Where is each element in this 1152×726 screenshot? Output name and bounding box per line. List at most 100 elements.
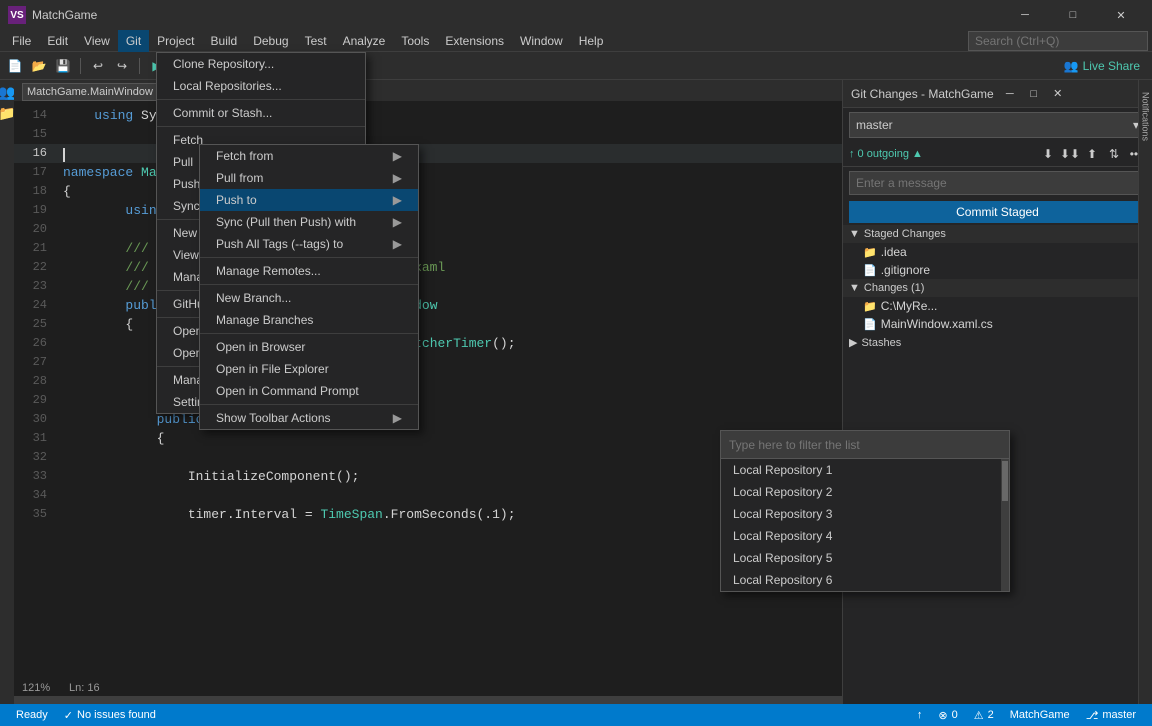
- submenu-fetch-from[interactable]: Fetch from ▶: [200, 145, 418, 167]
- changes-file-folder[interactable]: 📁 C:\MyRe...: [843, 297, 1152, 315]
- branch-selector[interactable]: master ▾: [849, 112, 1146, 138]
- staged-file-gitignore-name: .gitignore: [881, 263, 930, 277]
- status-no-issues[interactable]: ✓ No issues found: [56, 704, 164, 726]
- repo-item-4[interactable]: Local Repository 4: [721, 525, 1009, 547]
- repo-scrollbar[interactable]: [1001, 459, 1009, 591]
- git-sync-btn[interactable]: ⇅: [1104, 144, 1124, 164]
- submenu-open-cmd-label: Open in Command Prompt: [216, 384, 359, 398]
- git-sep-1: [157, 99, 365, 100]
- status-warnings[interactable]: ⚠ 2: [966, 704, 1002, 726]
- push-all-tags-label: Push All Tags (--tags) to: [216, 237, 343, 251]
- menu-extensions[interactable]: Extensions: [437, 30, 512, 52]
- submenu-push-all-tags[interactable]: Push All Tags (--tags) to ▶: [200, 233, 418, 255]
- changes-header[interactable]: ▼ Changes (1): [843, 279, 1152, 297]
- submenu-manage-branches[interactable]: Manage Branches: [200, 309, 418, 331]
- toolbar-open[interactable]: 📂: [28, 55, 50, 77]
- repo-filter-input[interactable]: [721, 431, 1009, 459]
- submenu-new-branch[interactable]: New Branch...: [200, 287, 418, 309]
- menu-help[interactable]: Help: [571, 30, 612, 52]
- stashes-chevron: ▶: [849, 336, 857, 349]
- git-panel-close[interactable]: ✕: [1050, 86, 1066, 102]
- git-changes-panel: Git Changes - MatchGame ─ □ ✕ master ▾ ↑…: [842, 80, 1152, 704]
- push-all-tags-arrow: ▶: [393, 237, 402, 251]
- no-issues-label: No issues found: [77, 709, 156, 721]
- line-num-23: 23: [14, 277, 59, 296]
- staged-label: Staged Changes: [864, 228, 946, 240]
- title-bar-title: MatchGame: [32, 8, 97, 22]
- line-num-19: 19: [14, 201, 59, 220]
- class-dropdown[interactable]: MatchGame.MainWindow: [22, 83, 170, 101]
- git-menu-commit[interactable]: Commit or Stash...: [157, 102, 365, 124]
- menu-project[interactable]: Project: [149, 30, 202, 52]
- staged-file-gitignore[interactable]: 📄 .gitignore: [843, 261, 1152, 279]
- changes-file-name: MainWindow.xaml.cs: [881, 317, 993, 331]
- menu-file[interactable]: File: [4, 30, 39, 52]
- git-panel-minimize[interactable]: ─: [1002, 86, 1018, 102]
- sync-with-arrow: ▶: [393, 215, 402, 229]
- line-num-28: 28: [14, 372, 59, 391]
- git-menu-clone[interactable]: Clone Repository...: [157, 53, 365, 75]
- menu-build[interactable]: Build: [203, 30, 246, 52]
- staged-changes-header[interactable]: ▼ Staged Changes: [843, 225, 1152, 243]
- minimize-button[interactable]: ─: [1002, 0, 1048, 30]
- title-bar-left: VS MatchGame: [8, 6, 97, 24]
- notifications-label[interactable]: Notifications: [1141, 92, 1151, 141]
- menu-search-area: [968, 31, 1148, 51]
- submenu-show-toolbar[interactable]: Show Toolbar Actions ▶: [200, 407, 418, 429]
- repo-item-6[interactable]: Local Repository 6: [721, 569, 1009, 591]
- git-fetch-btn[interactable]: ⬇: [1038, 144, 1058, 164]
- outgoing-count[interactable]: ↑ 0 outgoing ▲: [849, 148, 1036, 160]
- line-num-35: 35: [14, 505, 59, 524]
- git-menu-local-repos[interactable]: Local Repositories...: [157, 75, 365, 97]
- menu-analyze[interactable]: Analyze: [335, 30, 394, 52]
- submenu-manage-remotes[interactable]: Manage Remotes...: [200, 260, 418, 282]
- submenu-push-to[interactable]: Push to ▶: [200, 189, 418, 211]
- menu-window[interactable]: Window: [512, 30, 571, 52]
- git-sep-2: [157, 126, 365, 127]
- vs-logo: VS: [8, 6, 26, 24]
- repo-item-3[interactable]: Local Repository 3: [721, 503, 1009, 525]
- commit-staged-button[interactable]: Commit Staged: [849, 201, 1146, 223]
- repo-item-1[interactable]: Local Repository 1: [721, 459, 1009, 481]
- title-bar: VS MatchGame ─ □ ✕: [0, 0, 1152, 30]
- push-label: Push: [173, 177, 200, 191]
- git-panel-maximize[interactable]: □: [1026, 86, 1042, 102]
- git-push-btn[interactable]: ⬆: [1082, 144, 1102, 164]
- error-icon: ⊗: [938, 709, 947, 722]
- toolbar-undo[interactable]: ↩: [87, 55, 109, 77]
- status-git-arrow[interactable]: ↑: [909, 704, 931, 726]
- submenu-sync-with[interactable]: Sync (Pull then Push) with ▶: [200, 211, 418, 233]
- status-branch[interactable]: ⎇ master: [1078, 704, 1144, 726]
- no-issues-icon: ✓: [64, 709, 73, 722]
- stashes-header[interactable]: ▶ Stashes: [843, 333, 1152, 352]
- repo-item-2[interactable]: Local Repository 2: [721, 481, 1009, 503]
- menu-tools[interactable]: Tools: [393, 30, 437, 52]
- file-icon: 📄: [863, 264, 877, 277]
- submenu-open-file-explorer[interactable]: Open in File Explorer: [200, 358, 418, 380]
- menu-debug[interactable]: Debug: [245, 30, 296, 52]
- menu-git[interactable]: Git: [118, 30, 149, 52]
- status-match-game[interactable]: MatchGame: [1002, 704, 1078, 726]
- menu-edit[interactable]: Edit: [39, 30, 76, 52]
- close-button[interactable]: ✕: [1098, 0, 1144, 30]
- changes-file-mainwindow[interactable]: 📄 MainWindow.xaml.cs: [843, 315, 1152, 333]
- local-repos-label: Local Repositories...: [173, 79, 282, 93]
- maximize-button[interactable]: □: [1050, 0, 1096, 30]
- changes-folder-icon: 📁: [863, 300, 877, 313]
- staged-file-idea[interactable]: 📁 .idea: [843, 243, 1152, 261]
- status-errors[interactable]: ⊗ 0: [930, 704, 965, 726]
- menu-view[interactable]: View: [76, 30, 118, 52]
- commit-message-input[interactable]: [849, 171, 1146, 195]
- live-share-button[interactable]: 👥 Live Share: [1056, 57, 1148, 75]
- toolbar-new-file[interactable]: 📄: [4, 55, 26, 77]
- git-pull-btn[interactable]: ⬇⬇: [1060, 144, 1080, 164]
- submenu-open-browser[interactable]: Open in Browser: [200, 336, 418, 358]
- search-input[interactable]: [968, 31, 1148, 51]
- toolbar-redo[interactable]: ↪: [111, 55, 133, 77]
- submenu-open-cmd[interactable]: Open in Command Prompt: [200, 380, 418, 402]
- submenu-pull-from[interactable]: Pull from ▶: [200, 167, 418, 189]
- toolbar-save[interactable]: 💾: [52, 55, 74, 77]
- branch-name: master: [856, 118, 893, 132]
- repo-item-5[interactable]: Local Repository 5: [721, 547, 1009, 569]
- menu-test[interactable]: Test: [297, 30, 335, 52]
